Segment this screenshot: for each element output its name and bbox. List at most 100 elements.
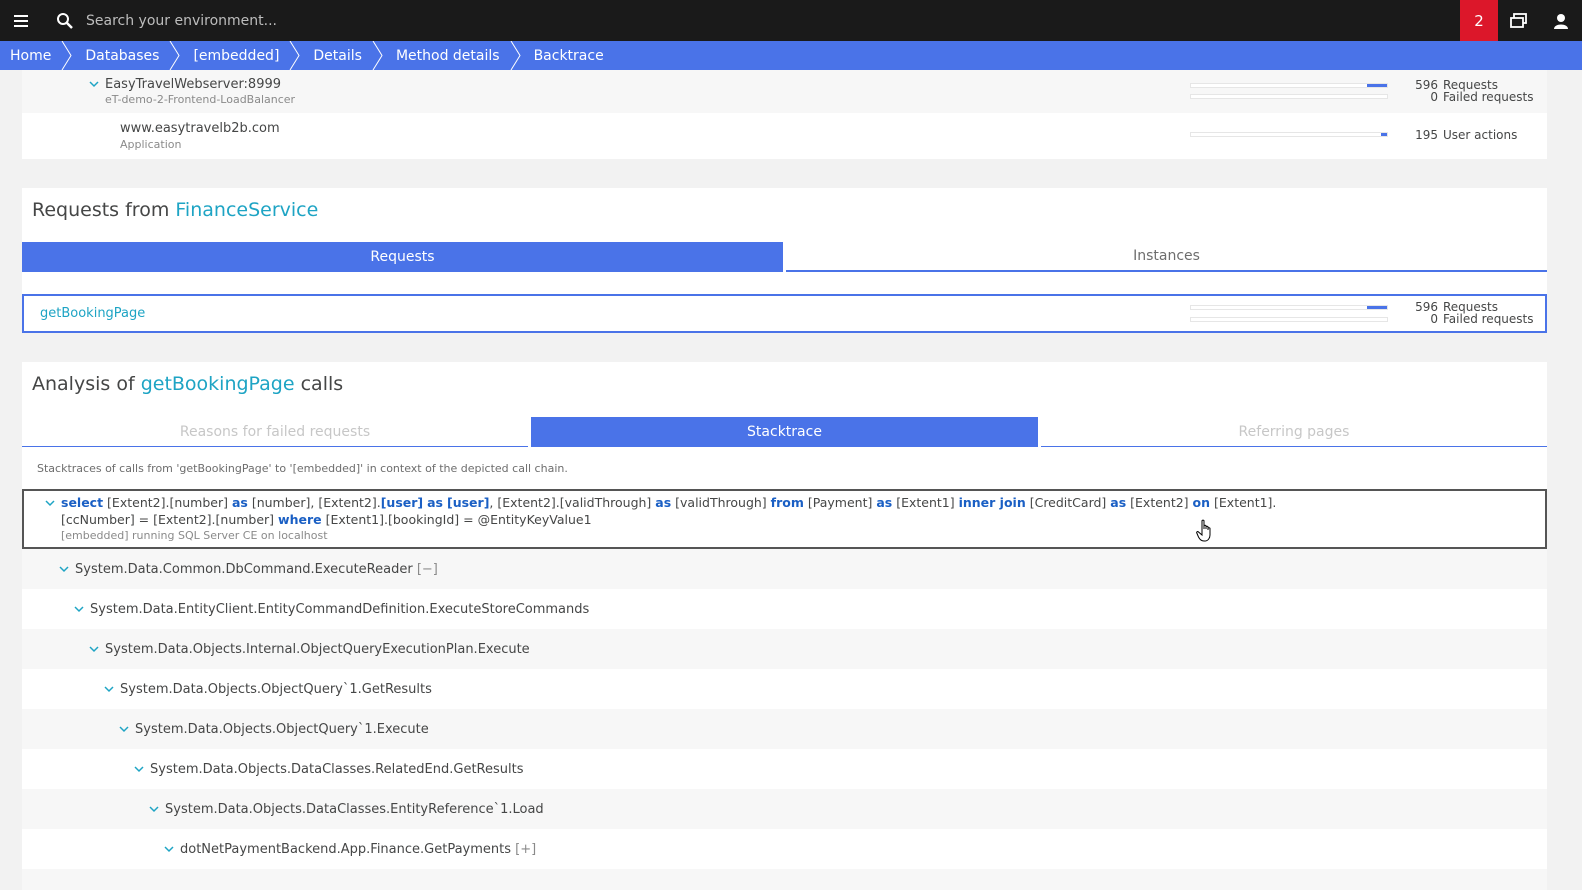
chevron-right-icon (510, 41, 521, 70)
node-subtitle: eT-demo-2-Frontend-LoadBalancer (105, 93, 296, 106)
tab-requests[interactable]: Requests (22, 242, 783, 272)
stack-frame[interactable]: System.Data.Objects.Internal.ObjectQuery… (22, 629, 1547, 669)
failed-count: 0 (1430, 90, 1438, 104)
tab-instances[interactable]: Instances (786, 242, 1547, 272)
chevron-down-icon[interactable] (89, 645, 99, 653)
call-chain-row[interactable]: EasyTravelWebserver:8999 eT-demo-2-Front… (22, 70, 1547, 113)
stack-frame[interactable] (22, 869, 1547, 890)
panel-title: Analysis of getBookingPage calls (32, 373, 343, 395)
sql-line-1: select [Extent2].[number] as [number], [… (61, 495, 1276, 510)
user-actions-label: User actions (1443, 128, 1518, 142)
stack-frame[interactable]: System.Data.Objects.DataClasses.RelatedE… (22, 749, 1547, 789)
node-name: EasyTravelWebserver:8999 (105, 77, 282, 92)
search-input[interactable] (86, 12, 686, 29)
sql-keyword: as (655, 495, 672, 510)
breadcrumb-details[interactable]: Details (295, 41, 383, 70)
breadcrumb-label: Backtrace (533, 47, 604, 64)
menu-icon[interactable] (0, 0, 42, 41)
top-bar: 2 (0, 0, 1582, 41)
requests-bar (1190, 305, 1388, 310)
chevron-down-icon[interactable] (89, 81, 99, 88)
user-actions-count: 195 (1415, 128, 1438, 142)
stacktrace-description: Stacktraces of calls from 'getBookingPag… (37, 462, 568, 475)
sql-keyword: [user] (447, 495, 490, 510)
sql-text: [number], [Extent2]. (247, 495, 381, 510)
stack-frame[interactable]: System.Data.Objects.DataClasses.EntityRe… (22, 789, 1547, 829)
failed-bar (1190, 94, 1388, 99)
stack-frame[interactable]: dotNetPaymentBackend.App.Finance.GetPaym… (22, 829, 1547, 869)
breadcrumb-label: Databases (85, 47, 160, 64)
sql-text: [Extent1].[bookingId] = @EntityKeyValue1 (321, 512, 592, 527)
frame-method: System.Data.Objects.ObjectQuery`1.Execut… (135, 721, 429, 737)
breadcrumb-method-details[interactable]: Method details (378, 41, 521, 70)
tab-reasons-failed[interactable]: Reasons for failed requests (22, 417, 528, 447)
sql-statement[interactable]: select [Extent2].[number] as [number], [… (22, 489, 1547, 549)
sql-text: [validThrough] (671, 495, 771, 510)
windows-icon[interactable] (1498, 0, 1540, 41)
breadcrumb-databases[interactable]: Databases (67, 41, 181, 70)
chevron-down-icon[interactable] (134, 765, 144, 773)
breadcrumb-label: Method details (395, 47, 500, 64)
service-link[interactable]: FinanceService (175, 199, 318, 221)
sql-keyword: as (231, 495, 248, 510)
sql-text: [CreditCard] (1025, 495, 1111, 510)
request-item[interactable]: getBookingPage 596 Requests 0 Failed req… (22, 294, 1547, 333)
stack-frame[interactable]: System.Data.Objects.ObjectQuery`1.Execut… (22, 709, 1547, 749)
chevron-right-icon (170, 41, 181, 70)
chevron-down-icon[interactable] (149, 805, 159, 813)
title-prefix: Analysis of (32, 373, 135, 395)
node-name: www.easytravelb2b.com (120, 121, 280, 136)
sql-text: [Extent2] (1126, 495, 1193, 510)
chevron-down-icon[interactable] (74, 605, 84, 613)
chevron-down-icon[interactable] (104, 685, 114, 693)
failed-label: Failed requests (1443, 90, 1534, 104)
tab-stacktrace[interactable]: Stacktrace (531, 417, 1038, 447)
breadcrumb-backtrace[interactable]: Backtrace (516, 41, 620, 70)
failed-bar (1190, 317, 1388, 322)
frame-method: System.Data.Objects.Internal.ObjectQuery… (105, 641, 530, 657)
sql-keyword: on (1192, 495, 1211, 510)
frame-method: System.Data.Objects.ObjectQuery`1.GetRes… (120, 681, 432, 697)
call-chain-panel: EasyTravelWebserver:8999 eT-demo-2-Front… (22, 70, 1547, 159)
user-actions-bar (1190, 132, 1388, 137)
call-chain-row[interactable]: www.easytravelb2b.com Application 195 Us… (22, 113, 1547, 159)
frame-method: System.Data.Common.DbCommand.ExecuteRead… (75, 561, 413, 577)
breadcrumb: Home Databases [embedded] Details Method… (0, 41, 1582, 70)
user-icon[interactable] (1540, 0, 1582, 41)
chevron-down-icon[interactable] (119, 725, 129, 733)
frame-method: System.Data.Objects.DataClasses.RelatedE… (150, 761, 524, 777)
chevron-down-icon[interactable] (59, 565, 69, 573)
sql-text: [Extent1]. (1210, 495, 1277, 510)
request-link[interactable]: getBookingPage (141, 373, 295, 395)
breadcrumb-home[interactable]: Home (0, 41, 72, 70)
frame-method: System.Data.Objects.DataClasses.EntityRe… (165, 801, 544, 817)
chevron-down-icon[interactable] (45, 500, 55, 507)
sql-keyword: as (427, 495, 444, 510)
stack-frame[interactable]: System.Data.Common.DbCommand.ExecuteRead… (22, 549, 1547, 589)
title-suffix: calls (300, 373, 344, 395)
request-name[interactable]: getBookingPage (40, 306, 145, 321)
panel-title: Requests from FinanceService (32, 199, 318, 221)
user-actions-bar-fill (1381, 133, 1387, 136)
expand-toggle[interactable]: [+] (515, 842, 536, 857)
collapse-toggle[interactable]: [−] (417, 562, 438, 577)
sql-keyword: inner join (958, 495, 1026, 510)
notification-badge[interactable]: 2 (1460, 0, 1498, 41)
frame-method: System.Data.EntityClient.EntityCommandDe… (90, 601, 590, 617)
sql-keyword: as (876, 495, 893, 510)
stack-frame[interactable]: System.Data.Objects.ObjectQuery`1.GetRes… (22, 669, 1547, 709)
breadcrumb-embedded[interactable]: [embedded] (175, 41, 300, 70)
title-prefix: Requests from (32, 199, 170, 221)
hand-cursor-icon (1196, 519, 1211, 542)
analysis-panel: Analysis of getBookingPage calls Reasons… (22, 362, 1547, 890)
db-info: [embedded] running SQL Server CE on loca… (61, 529, 328, 542)
sql-keyword: [user] (380, 495, 424, 510)
sql-text: [Payment] (803, 495, 877, 510)
sql-text: , [Extent2].[validThrough] (489, 495, 656, 510)
failed-label: Failed requests (1443, 312, 1534, 326)
tab-referring-pages[interactable]: Referring pages (1041, 417, 1547, 447)
stack-frame[interactable]: System.Data.EntityClient.EntityCommandDe… (22, 589, 1547, 629)
search-icon[interactable] (54, 0, 76, 41)
sql-keyword: as (1110, 495, 1127, 510)
chevron-down-icon[interactable] (164, 845, 174, 853)
